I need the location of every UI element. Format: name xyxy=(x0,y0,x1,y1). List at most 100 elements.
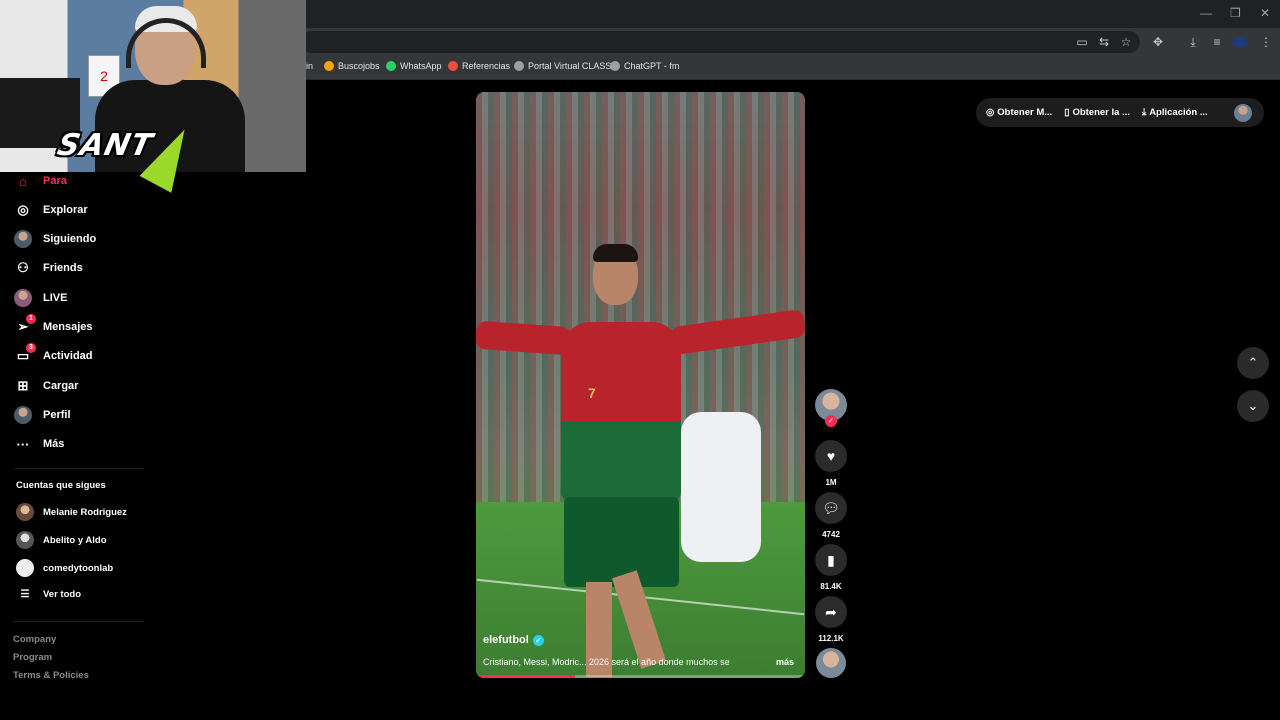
channel-logo: SANT xyxy=(54,128,156,163)
like-count: 1M xyxy=(825,478,837,487)
video-player[interactable]: 7 elefutbol ✓ Cristiano, Messi, Modric..… xyxy=(476,92,805,678)
profile-avatar-icon xyxy=(14,406,32,424)
following-account[interactable]: Abelito y Aldo xyxy=(16,531,107,549)
get-app-button[interactable]: ▯ Obtener la ... xyxy=(1064,107,1130,118)
cast-icon[interactable]: ▭ xyxy=(1074,34,1090,50)
sidebar-item-live[interactable]: LIVE xyxy=(14,288,67,308)
sidebar-item-mensajes[interactable]: ➢ 1 Mensajes xyxy=(14,314,93,337)
upload-icon: ⊞ xyxy=(17,378,29,393)
sidebar-item-label: Actividad xyxy=(43,350,93,362)
restore-icon[interactable]: ❐ xyxy=(1230,6,1241,20)
chatgpt-icon xyxy=(610,61,620,71)
see-all-link[interactable]: ☰ Ver todo xyxy=(16,589,82,600)
bookmark-label: ChatGPT - fm xyxy=(624,61,680,71)
menu-dots-icon[interactable]: ⋮ xyxy=(1258,34,1274,50)
bookmark-item[interactable]: Buscojobs xyxy=(324,61,380,71)
sidebar-item-actividad[interactable]: ▭ 3 Actividad xyxy=(14,343,93,366)
sidebar-item-label: Perfil xyxy=(43,409,71,421)
sidebar-item-friends[interactable]: ⚇ Friends xyxy=(14,258,83,278)
bookmark-label: in xyxy=(306,61,314,71)
share-icon[interactable]: ➦ xyxy=(815,596,847,628)
footer-link[interactable]: Program xyxy=(13,652,52,663)
footer-link[interactable]: Terms & Policies xyxy=(13,670,89,681)
share-count: 112.1K xyxy=(818,634,844,643)
comment-count: 4742 xyxy=(822,530,840,539)
bookmark-label: Portal Virtual CLASS xyxy=(528,61,612,71)
previous-video-button[interactable]: ⌃ xyxy=(1237,347,1269,379)
footer-link[interactable]: Company xyxy=(13,634,56,645)
phone-icon: ▯ xyxy=(1064,107,1070,118)
comment-action[interactable]: 💬︎ 4742 xyxy=(815,492,847,539)
account-name: Abelito y Aldo xyxy=(43,534,107,546)
following-account[interactable]: Melanie Rodriguez xyxy=(16,503,127,521)
video-progress-bar[interactable] xyxy=(476,675,805,678)
sidebar-item-label: Cargar xyxy=(43,380,79,392)
top-action-bar: ◎ Obtener M... ▯ Obtener la ... ⤓ Aplicació… xyxy=(976,98,1264,127)
bookmark-icon[interactable]: ▮ xyxy=(815,544,847,576)
bookmark-item[interactable]: in xyxy=(306,61,313,71)
sidebar-divider xyxy=(14,621,144,622)
avatar xyxy=(14,230,32,248)
user-avatar[interactable] xyxy=(1234,104,1252,122)
music-disc-icon[interactable] xyxy=(816,648,846,678)
sidebar-item-label: Friends xyxy=(43,262,83,274)
like-action[interactable]: ♥ 1M xyxy=(815,440,847,487)
video-author[interactable]: elefutbol ✓ xyxy=(483,634,544,646)
comment-icon[interactable]: 💬︎ xyxy=(815,492,847,524)
bookmark-label: Referencias xyxy=(462,61,511,71)
chevron-down-icon: ⌄ xyxy=(1247,398,1259,413)
caption-more-button[interactable]: más xyxy=(776,657,794,667)
sidebar-item-perfil[interactable]: Perfil xyxy=(14,405,71,425)
share-action[interactable]: ➦ 112.1K xyxy=(815,596,847,643)
sidebar-item-label: Mensajes xyxy=(43,321,93,333)
following-avatar-icon xyxy=(14,230,32,248)
downloads-icon[interactable]: ⤓ xyxy=(1185,34,1201,50)
globe-icon xyxy=(514,61,524,71)
address-bar[interactable]: ▭ ⇆ ☆ xyxy=(300,31,1140,53)
sidebar-item-cargar[interactable]: ⊞ Cargar xyxy=(14,376,79,396)
minimize-icon[interactable]: — xyxy=(1200,6,1212,20)
save-count: 81.4K xyxy=(820,582,842,591)
compass-icon: ◎ xyxy=(17,202,29,217)
author-name: elefutbol xyxy=(483,634,529,646)
messages-icon: ➢ 1 xyxy=(14,314,36,336)
player-torso xyxy=(561,322,681,502)
home-icon: ⌂ xyxy=(19,173,27,189)
desktop-app-button[interactable]: ⤓ Aplicación ... xyxy=(1142,107,1208,118)
next-video-button[interactable]: ⌄ xyxy=(1237,390,1269,422)
following-account[interactable]: comedytoonlab xyxy=(16,559,113,577)
more-icon: ··· xyxy=(16,436,30,452)
button-label: Aplicación ... xyxy=(1149,107,1208,118)
avatar xyxy=(14,289,32,307)
avatar xyxy=(16,559,34,577)
close-icon[interactable]: ✕ xyxy=(1260,6,1270,20)
sidebar-item-label: Para xyxy=(43,175,67,187)
webcam-overlay: 2 xyxy=(0,0,306,172)
profile-chip-icon[interactable] xyxy=(1233,37,1247,47)
sidebar-item-explorar[interactable]: ◎ Explorar xyxy=(14,200,87,220)
bookmark-star-icon[interactable]: ☆ xyxy=(1118,34,1134,50)
translate-icon[interactable]: ⇆ xyxy=(1096,34,1112,50)
notification-badge: 1 xyxy=(26,314,36,324)
extensions-icon[interactable]: ✥ xyxy=(1150,34,1166,50)
heart-icon[interactable]: ♥ xyxy=(815,440,847,472)
save-action[interactable]: ▮ 81.4K xyxy=(815,544,847,591)
avatar xyxy=(16,503,34,521)
sidebar-item-para[interactable]: ⌂ Para xyxy=(14,171,67,191)
coin-icon: ◎ xyxy=(986,107,995,118)
account-name: Melanie Rodriguez xyxy=(43,506,127,518)
notification-badge: 3 xyxy=(26,343,36,353)
bookmark-item[interactable]: ChatGPT - fm xyxy=(610,61,679,71)
sidebar-item-siguiendo[interactable]: Siguiendo xyxy=(14,229,96,249)
sidebar-item-label: LIVE xyxy=(43,292,68,304)
bookmark-item[interactable]: WhatsApp xyxy=(386,61,442,71)
bookmark-item[interactable]: Referencias xyxy=(448,61,510,71)
reading-list-icon[interactable]: ≡ xyxy=(1209,34,1225,50)
referencias-icon xyxy=(448,61,458,71)
opponent-player xyxy=(681,412,761,562)
bookmark-item[interactable]: Portal Virtual CLASS xyxy=(514,61,611,71)
get-coins-button[interactable]: ◎ Obtener M... xyxy=(986,107,1052,118)
see-all-label: Ver todo xyxy=(43,589,82,600)
sidebar-item-mas[interactable]: ··· Más xyxy=(14,434,65,454)
follow-check-icon[interactable]: ✓ xyxy=(825,415,837,427)
